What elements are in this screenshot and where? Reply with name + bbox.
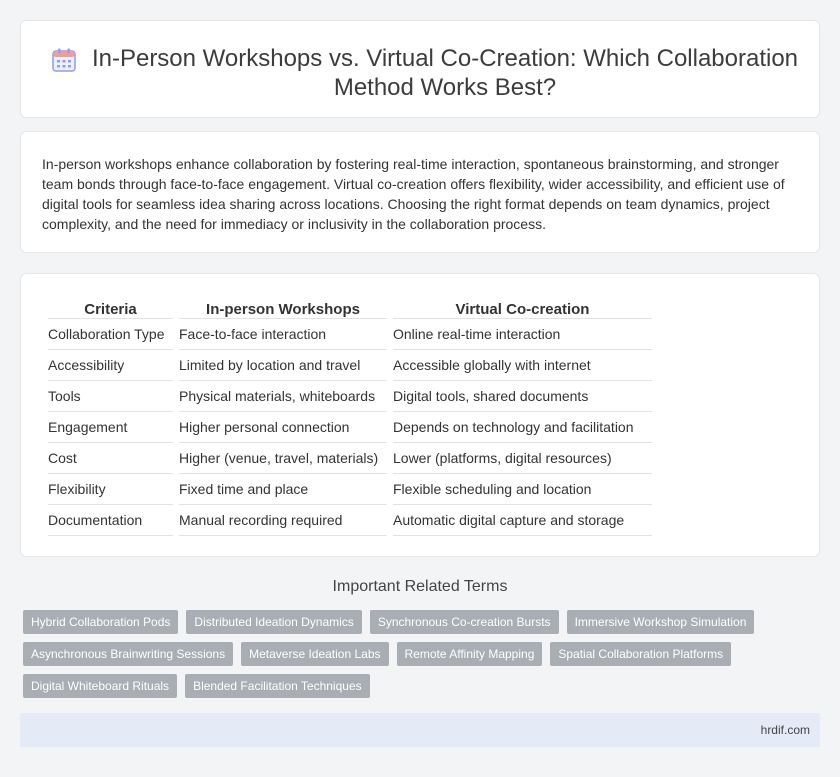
table-cell: Cost <box>48 443 173 474</box>
comparison-table: Criteria In-person Workshops Virtual Co-… <box>42 294 658 536</box>
table-cell: Higher (venue, travel, materials) <box>179 443 387 474</box>
table-row: Tools Physical materials, whiteboards Di… <box>48 381 652 412</box>
related-term-tag[interactable]: Immersive Workshop Simulation <box>566 610 755 634</box>
table-cell: Depends on technology and facilitation <box>393 412 652 443</box>
related-terms-list: Hybrid Collaboration Pods Distributed Id… <box>23 610 823 706</box>
table-cell: Collaboration Type <box>48 319 173 350</box>
column-header-in-person: In-person Workshops <box>179 294 387 319</box>
column-header-virtual: Virtual Co-creation <box>393 294 652 319</box>
table-row: Accessibility Limited by location and tr… <box>48 350 652 381</box>
title-card: In-Person Workshops vs. Virtual Co-Creat… <box>20 20 820 118</box>
table-cell: Higher personal connection <box>179 412 387 443</box>
table-cell: Manual recording required <box>179 505 387 536</box>
related-term-tag[interactable]: Digital Whiteboard Rituals <box>23 674 178 698</box>
table-cell: Lower (platforms, digital resources) <box>393 443 652 474</box>
tag-row: Asynchronous Brainwriting Sessions Metav… <box>23 642 823 666</box>
table-row: Flexibility Fixed time and place Flexibl… <box>48 474 652 505</box>
summary-card: In-person workshops enhance collaboratio… <box>20 131 820 253</box>
summary-text: In-person workshops enhance collaboratio… <box>42 156 785 232</box>
related-term-tag[interactable]: Asynchronous Brainwriting Sessions <box>23 642 234 666</box>
table-cell: Fixed time and place <box>179 474 387 505</box>
table-row: Cost Higher (venue, travel, materials) L… <box>48 443 652 474</box>
table-cell: Digital tools, shared documents <box>393 381 652 412</box>
column-header-criteria: Criteria <box>48 294 173 319</box>
related-term-tag[interactable]: Hybrid Collaboration Pods <box>23 610 179 634</box>
table-cell: Face-to-face interaction <box>179 319 387 350</box>
table-cell: Documentation <box>48 505 173 536</box>
table-cell: Online real-time interaction <box>393 319 652 350</box>
table-cell: Accessible globally with internet <box>393 350 652 381</box>
tag-row: Hybrid Collaboration Pods Distributed Id… <box>23 610 823 634</box>
related-term-tag[interactable]: Synchronous Co-creation Bursts <box>369 610 559 634</box>
table-cell: Flexible scheduling and location <box>393 474 652 505</box>
related-term-tag[interactable]: Remote Affinity Mapping <box>396 642 543 666</box>
page-title: In-Person Workshops vs. Virtual Co-Creat… <box>91 45 799 101</box>
table-cell: Physical materials, whiteboards <box>179 381 387 412</box>
footer-site-link[interactable]: hrdif.com <box>761 723 810 737</box>
comparison-table-card: Criteria In-person Workshops Virtual Co-… <box>20 273 820 557</box>
table-cell: Engagement <box>48 412 173 443</box>
table-row: Engagement Higher personal connection De… <box>48 412 652 443</box>
table-cell: Tools <box>48 381 173 412</box>
related-term-tag[interactable]: Spatial Collaboration Platforms <box>550 642 732 666</box>
calendar-icon <box>52 48 76 72</box>
table-cell: Accessibility <box>48 350 173 381</box>
footer: hrdif.com <box>20 713 820 747</box>
table-row: Collaboration Type Face-to-face interact… <box>48 319 652 350</box>
tag-row: Digital Whiteboard Rituals Blended Facil… <box>23 674 823 698</box>
table-cell: Automatic digital capture and storage <box>393 505 652 536</box>
table-cell: Flexibility <box>48 474 173 505</box>
related-term-tag[interactable]: Blended Facilitation Techniques <box>185 674 370 698</box>
related-term-tag[interactable]: Metaverse Ideation Labs <box>241 642 389 666</box>
table-header-row: Criteria In-person Workshops Virtual Co-… <box>48 294 652 319</box>
related-term-tag[interactable]: Distributed Ideation Dynamics <box>186 610 362 634</box>
table-cell: Limited by location and travel <box>179 350 387 381</box>
table-row: Documentation Manual recording required … <box>48 505 652 536</box>
related-terms-heading: Important Related Terms <box>332 578 508 595</box>
